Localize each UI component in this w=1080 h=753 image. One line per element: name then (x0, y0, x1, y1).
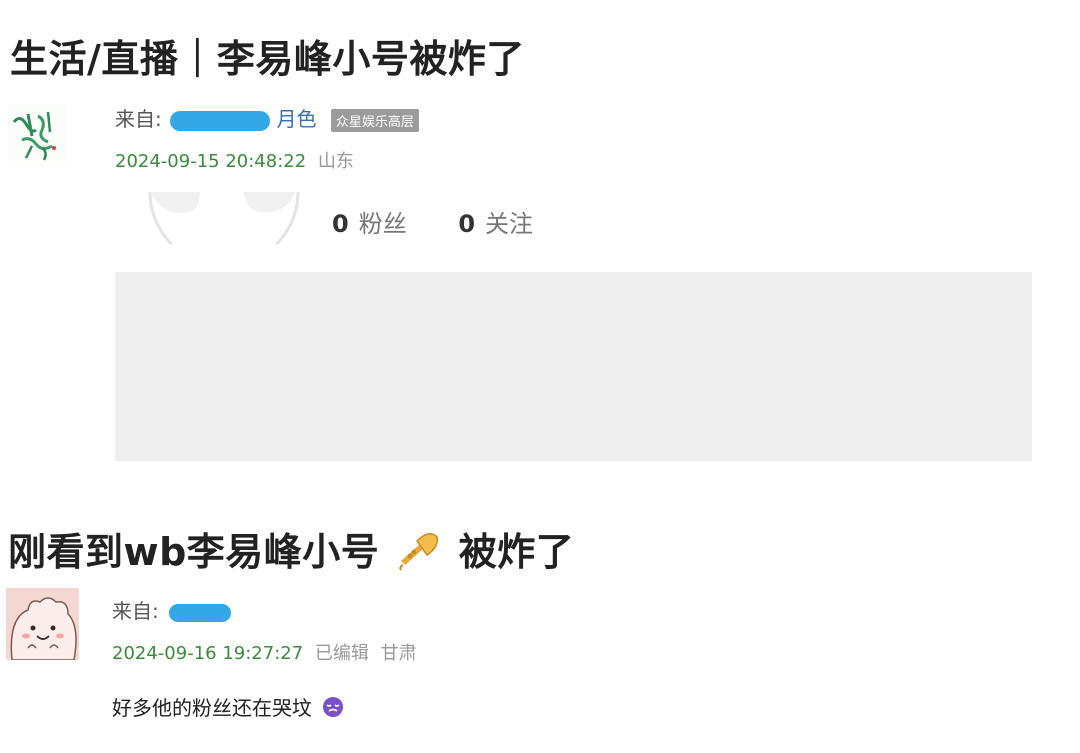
post-meta: 2024-09-15 20:48:22 山东 (115, 147, 354, 173)
following-count: 0 (458, 210, 476, 238)
from-prefix: 来自: (115, 107, 162, 131)
avatar-blob-icon (6, 588, 79, 660)
post-meta-2: 2024-09-16 19:27:27 已编辑 甘肃 (112, 639, 417, 665)
fans-stat[interactable]: 0 粉丝 (332, 210, 414, 238)
avatar[interactable] (8, 104, 66, 166)
redacted-source-2 (169, 603, 232, 622)
crying-face-icon (322, 696, 344, 723)
from-prefix-2: 来自: (112, 599, 159, 623)
following-stat[interactable]: 0 关注 (458, 210, 533, 238)
redacted-source (170, 110, 271, 131)
post-title-2: 刚看到wb李易峰小号 被炸了 (8, 521, 574, 580)
post-content-box (115, 272, 1032, 461)
following-label: 关注 (485, 210, 534, 238)
post-title-part2: 被炸了 (458, 530, 575, 574)
source-name[interactable]: 月色 (276, 107, 316, 131)
avatar-2[interactable] (6, 588, 79, 660)
post-title-part1: 刚看到wb李易峰小号 (8, 530, 380, 574)
post-title: 生活/直播｜李易峰小号被炸了 (10, 37, 525, 81)
fans-label: 粉丝 (358, 210, 407, 238)
location: 山东 (317, 151, 354, 172)
source-line-2: 来自: (112, 595, 232, 624)
trumpet-icon (397, 531, 441, 580)
avatar-placeholder-icon (148, 192, 300, 244)
post-body: 好多他的粉丝还在哭坟 (112, 692, 344, 723)
user-badge: 众星娱乐高层 (330, 109, 419, 132)
profile-stats: 0 粉丝 0 关注 (332, 204, 533, 239)
profile-avatar-placeholder (146, 192, 302, 244)
timestamp: 2024-09-15 20:48:22 (115, 151, 307, 172)
edited-label: 已编辑 (314, 643, 369, 664)
source-line: 来自: 月色 众星娱乐高层 (115, 103, 419, 132)
post-body-text: 好多他的粉丝还在哭坟 (112, 696, 312, 720)
fans-count: 0 (332, 210, 349, 238)
timestamp-2: 2024-09-16 19:27:27 (112, 643, 304, 664)
location-2: 甘肃 (380, 643, 417, 664)
avatar-calligraphy-icon (8, 104, 66, 166)
